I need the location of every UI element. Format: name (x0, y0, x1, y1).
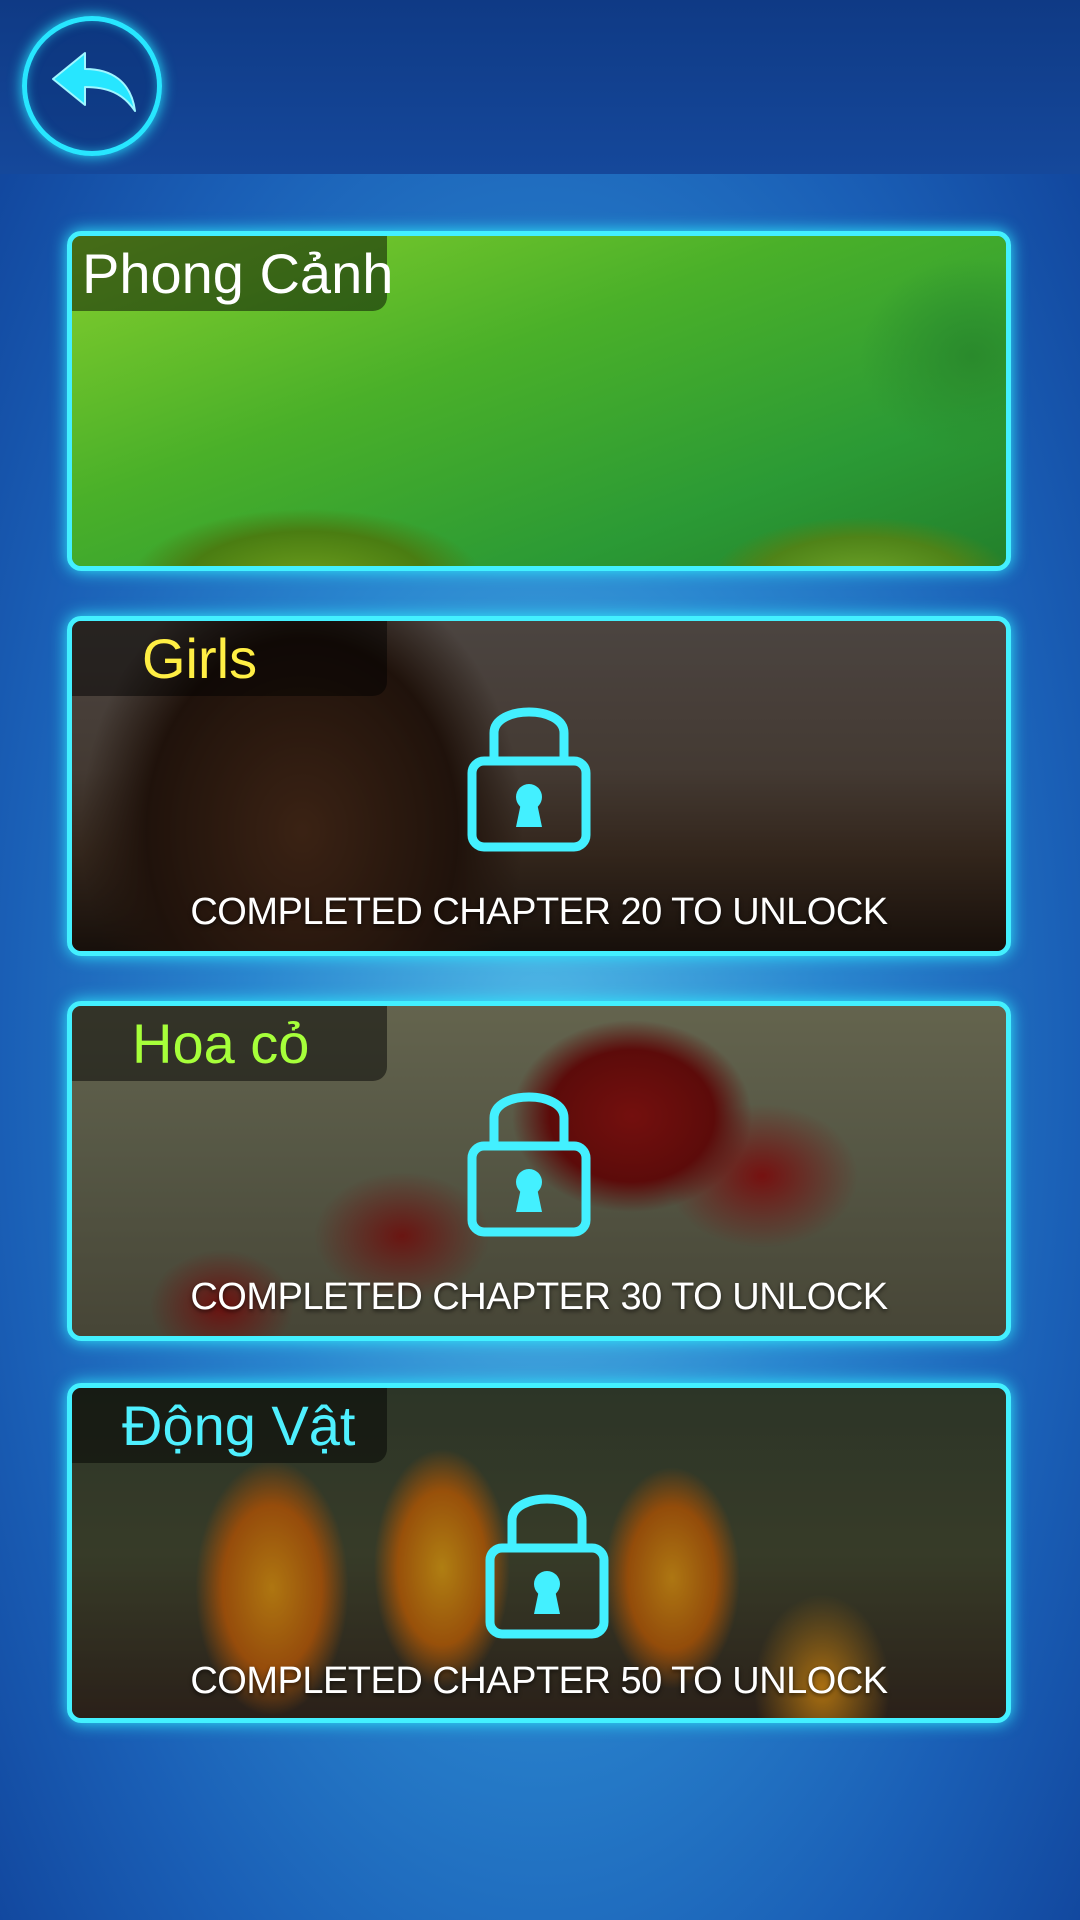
title-tab: Hoa cỏ (72, 1006, 387, 1081)
unlock-requirement: COMPLETED CHAPTER 50 TO UNLOCK (190, 1660, 888, 1702)
category-card-animals[interactable]: Động Vật COMPLETED CHAPTER 50 TO UNLOCK (67, 1383, 1011, 1723)
category-title: Động Vật (122, 1394, 356, 1457)
title-tab: Phong Cảnh (72, 236, 393, 311)
padlock-icon (467, 707, 591, 852)
category-card-landscape[interactable]: Phong Cảnh (67, 231, 1011, 571)
unlock-requirement: COMPLETED CHAPTER 30 TO UNLOCK (190, 1276, 888, 1318)
back-button[interactable] (22, 16, 162, 156)
category-card-flowers[interactable]: Hoa cỏ COMPLETED CHAPTER 30 TO UNLOCK (67, 1001, 1011, 1341)
category-card-girls[interactable]: Girls COMPLETED CHAPTER 20 TO UNLOCK (67, 616, 1011, 956)
category-title: Hoa cỏ (132, 1012, 310, 1075)
category-title: Phong Cảnh (82, 242, 394, 305)
title-tab: Girls (72, 621, 387, 696)
top-bar (0, 0, 1080, 174)
title-tab: Động Vật (72, 1388, 387, 1463)
back-arrow-icon (52, 52, 136, 112)
padlock-icon (467, 1092, 591, 1237)
padlock-icon (485, 1494, 609, 1639)
unlock-requirement: COMPLETED CHAPTER 20 TO UNLOCK (190, 891, 888, 933)
category-title: Girls (142, 627, 258, 690)
